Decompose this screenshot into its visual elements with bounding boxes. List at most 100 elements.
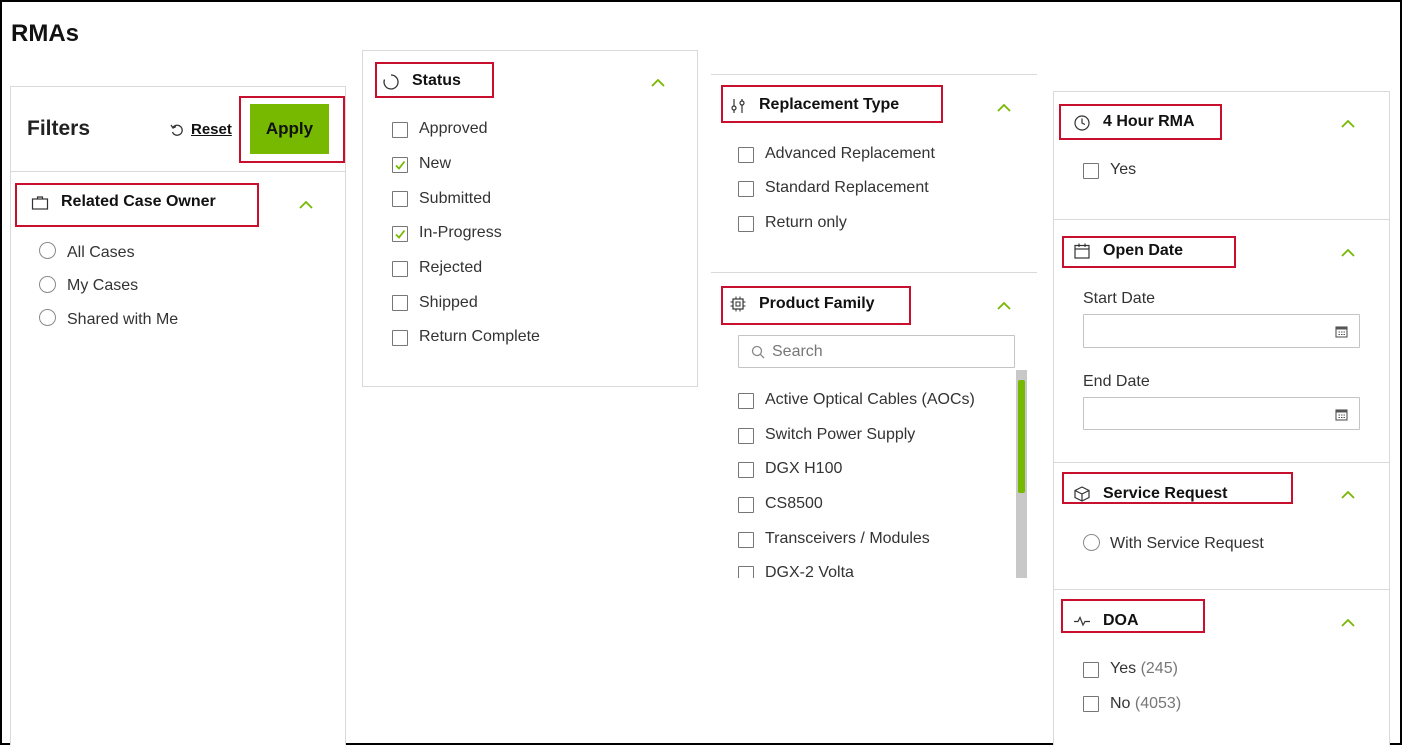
checkbox-return-only[interactable] — [738, 216, 754, 232]
briefcase-icon — [31, 194, 49, 212]
checkbox-dgx-h100[interactable] — [738, 462, 754, 478]
apply-button[interactable]: Apply — [250, 104, 329, 154]
chevron-up-icon[interactable] — [1340, 616, 1356, 628]
checkmark-icon — [395, 160, 406, 170]
calendar-icon[interactable] — [1335, 325, 1348, 338]
checkbox-dgx2-volta[interactable] — [738, 566, 754, 578]
reset-icon — [170, 123, 184, 137]
chevron-up-icon[interactable] — [1340, 117, 1356, 129]
radio-my-cases[interactable] — [39, 276, 56, 293]
chevron-up-icon[interactable] — [650, 76, 666, 88]
option-label: DGX-2 Volta — [765, 564, 854, 578]
option-label: Advanced Replacement — [765, 145, 935, 162]
chip-icon — [729, 295, 747, 313]
box-icon — [1073, 485, 1091, 503]
product-family-title: Product Family — [759, 295, 875, 312]
checkmark-icon — [395, 229, 406, 239]
option-label: New — [419, 155, 452, 172]
checkbox-new[interactable] — [392, 157, 408, 173]
open-date-title: Open Date — [1103, 242, 1184, 259]
checkbox-doa-no[interactable] — [1083, 696, 1099, 712]
section-divider — [1054, 589, 1389, 590]
product-family-top-divider — [711, 272, 1037, 273]
radio-with-service-request[interactable] — [1083, 534, 1100, 551]
chevron-up-icon[interactable] — [996, 101, 1012, 113]
search-placeholder: Search — [772, 343, 823, 360]
option-label: Submitted — [419, 190, 492, 207]
start-date-input[interactable] — [1083, 314, 1360, 348]
replacement-type-title: Replacement Type — [759, 96, 900, 113]
checkbox-submitted[interactable] — [392, 191, 408, 207]
option-count: (4053) — [1134, 695, 1182, 712]
checkbox-in-progress[interactable] — [392, 226, 408, 242]
spinner-icon — [382, 73, 400, 91]
apply-label: Apply — [265, 119, 314, 138]
option-label: Active Optical Cables (AOCs) — [765, 391, 975, 408]
radio-all-cases[interactable] — [39, 242, 56, 259]
option-label: CS8500 — [765, 495, 823, 512]
checkbox-transceivers[interactable] — [738, 532, 754, 548]
sliders-icon — [729, 97, 747, 115]
option-text: No — [1110, 695, 1131, 712]
status-title: Status — [412, 72, 461, 89]
option-count: (245) — [1140, 660, 1178, 677]
checkbox-advanced-replacement[interactable] — [738, 147, 754, 163]
four-hour-rma-title: 4 Hour RMA — [1103, 113, 1195, 130]
option-label: Shared with Me — [67, 311, 179, 328]
chevron-up-icon[interactable] — [996, 299, 1012, 311]
option-label: Return only — [765, 214, 847, 231]
option-label: Rejected — [419, 259, 483, 276]
option-label: In-Progress — [419, 224, 502, 241]
filters-header-divider — [11, 171, 345, 172]
start-date-label: Start Date — [1083, 290, 1156, 307]
checkbox-shipped[interactable] — [392, 295, 408, 311]
chevron-up-icon[interactable] — [298, 198, 314, 210]
scrollbar-thumb[interactable] — [1018, 380, 1025, 493]
page-title: RMAs — [11, 20, 80, 47]
section-divider — [1054, 462, 1389, 463]
option-label: My Cases — [67, 277, 139, 294]
option-label: Switch Power Supply — [765, 426, 916, 443]
end-date-label: End Date — [1083, 373, 1150, 390]
option-label: DGX H100 — [765, 460, 843, 477]
pulse-icon — [1073, 612, 1091, 630]
checkbox-approved[interactable] — [392, 122, 408, 138]
option-label: Return Complete — [419, 328, 540, 345]
option-label: Transceivers / Modules — [765, 530, 930, 547]
reset-label: Reset — [191, 121, 232, 138]
product-family-list: Active Optical Cables (AOCs) Switch Powe… — [730, 380, 1016, 578]
checkbox-return-complete[interactable] — [392, 330, 408, 346]
checkbox-switch-power-supply[interactable] — [738, 428, 754, 444]
chevron-up-icon[interactable] — [1340, 246, 1356, 258]
end-date-input[interactable] — [1083, 397, 1360, 430]
checkbox-cs8500[interactable] — [738, 497, 754, 513]
doa-title: DOA — [1103, 612, 1139, 629]
option-label: No (4053) — [1110, 695, 1181, 713]
checkbox-standard-replacement[interactable] — [738, 181, 754, 197]
service-request-title: Service Request — [1103, 485, 1228, 502]
option-label: With Service Request — [1110, 535, 1264, 552]
checkbox-aocs[interactable] — [738, 393, 754, 409]
search-icon — [751, 345, 765, 359]
checkbox-4hr-yes[interactable] — [1083, 163, 1099, 179]
section-divider — [1054, 219, 1389, 220]
checkbox-doa-yes[interactable] — [1083, 662, 1099, 678]
option-label: Shipped — [419, 294, 478, 311]
product-family-scrollbar[interactable] — [1016, 370, 1027, 578]
radio-shared-with-me[interactable] — [39, 309, 56, 326]
option-label: Yes — [1110, 161, 1137, 178]
option-label: All Cases — [67, 244, 135, 261]
option-label: Approved — [419, 120, 488, 137]
calendar-icon — [1073, 242, 1091, 260]
clock-icon — [1073, 114, 1091, 132]
related-case-owner-title: Related Case Owner — [61, 193, 216, 210]
option-text: Yes — [1110, 660, 1137, 677]
option-label: Yes (245) — [1110, 660, 1178, 678]
chevron-up-icon[interactable] — [1340, 488, 1356, 500]
product-family-search-input[interactable]: Search — [738, 335, 1015, 368]
replacement-type-top-divider — [711, 74, 1037, 75]
filters-title: Filters — [27, 117, 91, 140]
checkbox-rejected[interactable] — [392, 261, 408, 277]
option-label: Standard Replacement — [765, 179, 929, 196]
calendar-icon[interactable] — [1335, 408, 1348, 421]
